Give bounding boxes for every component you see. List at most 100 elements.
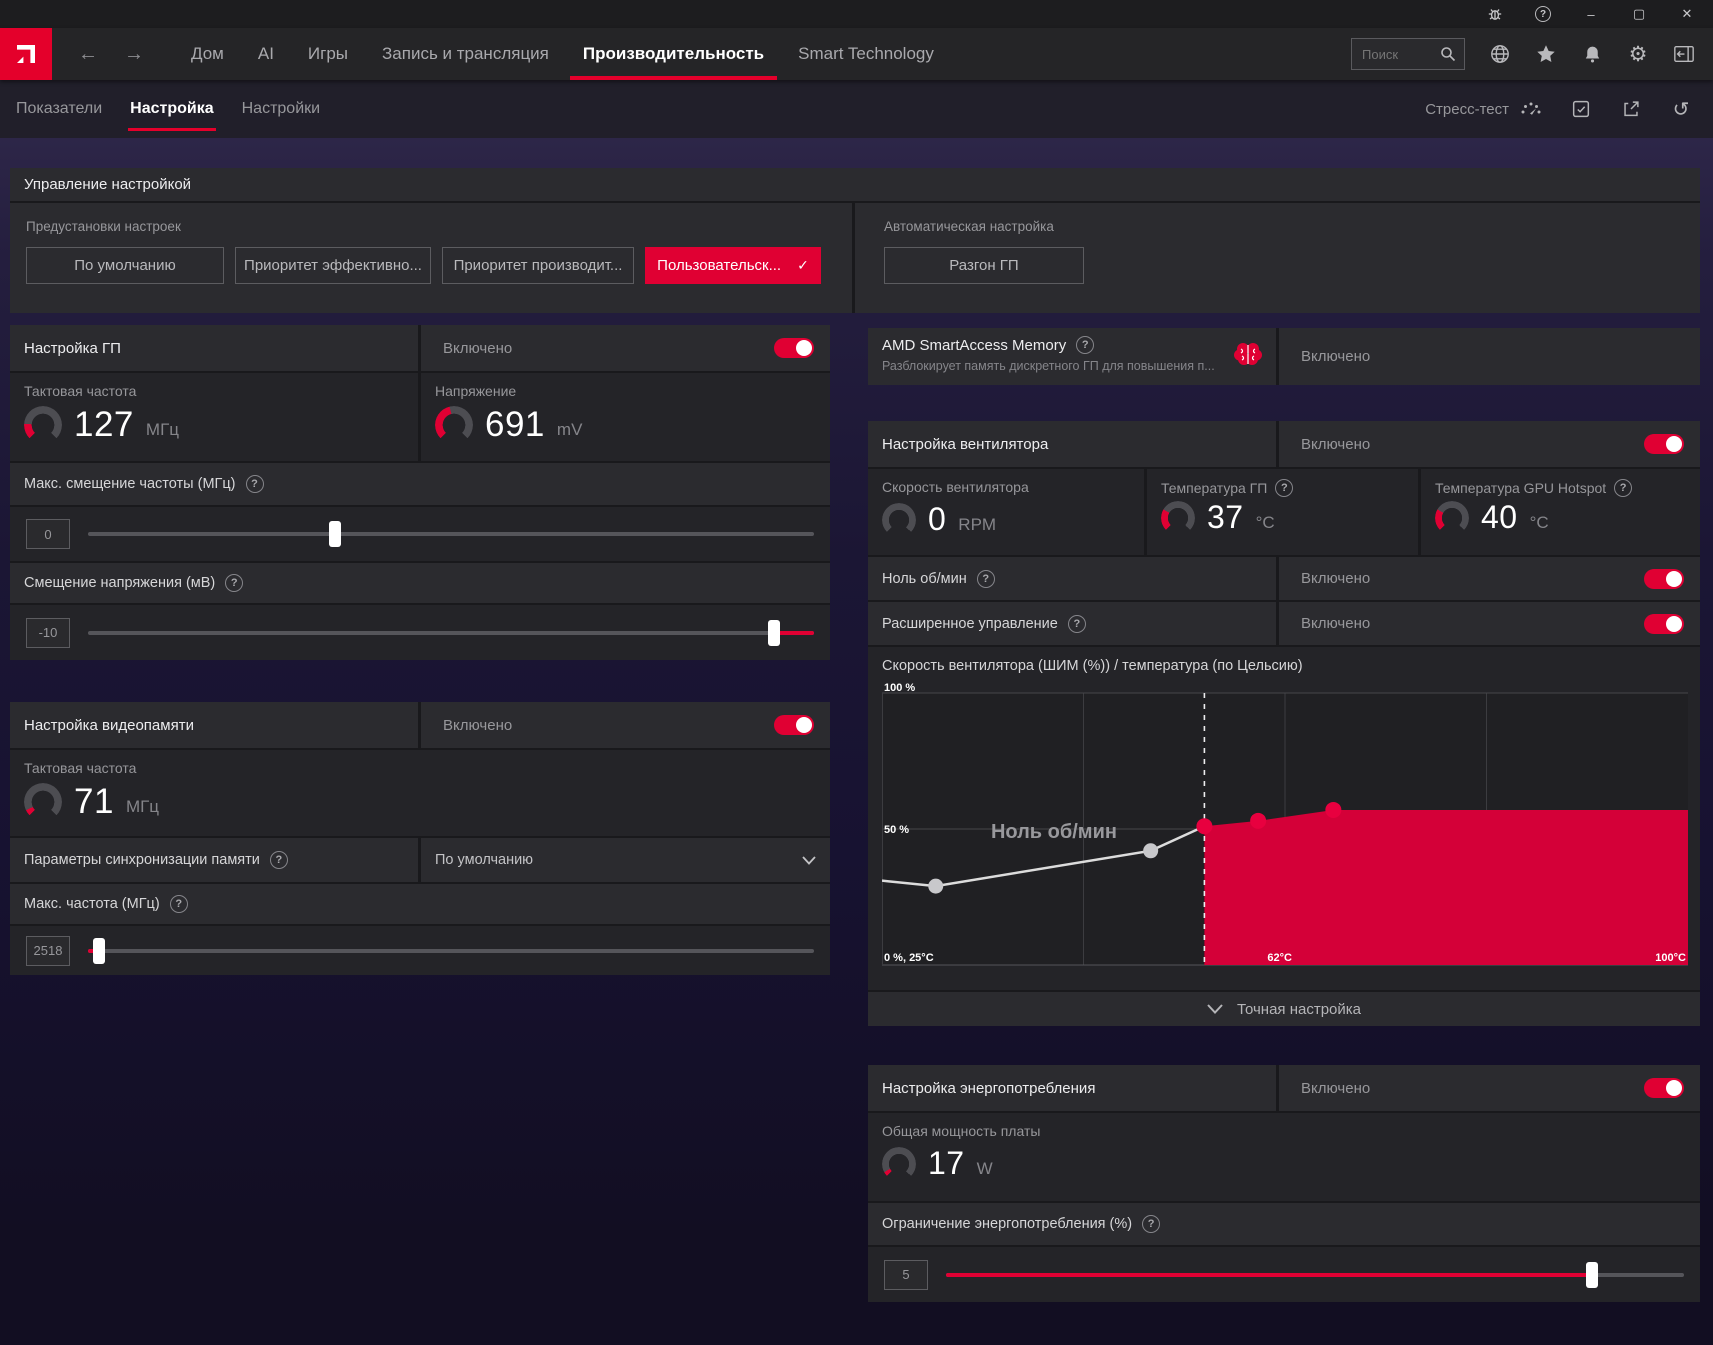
- tab-home[interactable]: Дом: [174, 28, 241, 80]
- vram-tuning-title: Настройка видеопамяти: [10, 702, 418, 748]
- vram-clock-value: 71: [74, 782, 114, 821]
- minimize-button[interactable]: –: [1571, 2, 1611, 26]
- stress-test-label: Стресс-тест: [1425, 100, 1509, 118]
- check-icon: ✓: [797, 257, 809, 273]
- help-icon[interactable]: ?: [976, 569, 995, 588]
- gpu-clock-unit: МГц: [145, 420, 180, 439]
- stress-test-button[interactable]: Стресс-тест: [1425, 99, 1543, 119]
- volt-offset-slider[interactable]: [88, 619, 814, 646]
- status-text: Включено: [1301, 435, 1371, 453]
- slider-thumb[interactable]: [1585, 1261, 1598, 1288]
- help-icon[interactable]: ?: [1142, 1215, 1161, 1233]
- power-limit-slider[interactable]: [946, 1261, 1684, 1288]
- help-icon[interactable]: ?: [1275, 479, 1294, 497]
- max-freq-slider[interactable]: [88, 937, 814, 964]
- power-limit-input[interactable]: 5: [884, 1259, 928, 1290]
- forward-arrow-icon[interactable]: →: [124, 43, 144, 66]
- share-profile-icon[interactable]: [1619, 97, 1643, 121]
- maximize-button[interactable]: ▢: [1619, 2, 1659, 26]
- status-text: Включено: [1301, 570, 1371, 587]
- power-tuning-toggle[interactable]: [1644, 1078, 1684, 1098]
- collapse-panel-icon[interactable]: [1673, 43, 1695, 65]
- back-arrow-icon[interactable]: ←: [78, 43, 98, 66]
- advanced-control-toggle[interactable]: [1644, 613, 1684, 634]
- freq-offset-input[interactable]: 0: [26, 519, 70, 549]
- debug-bug-icon[interactable]: [1475, 2, 1515, 26]
- help-icon[interactable]: ?: [1523, 2, 1563, 26]
- fan-tuning-toggle[interactable]: [1644, 434, 1684, 454]
- svg-text:Ноль об/мин: Ноль об/мин: [991, 821, 1117, 843]
- tuning-control-card: Управление настройкой Предустановки наст…: [10, 168, 1700, 313]
- fan-tuning-status-row: Включено: [1279, 421, 1700, 467]
- power-limit-header: Ограничение энергопотребления (%)?: [868, 1203, 1700, 1245]
- slider-thumb[interactable]: [92, 937, 105, 964]
- power-tuning-title: Настройка энергопотребления: [868, 1065, 1276, 1111]
- zero-rpm-toggle[interactable]: [1644, 568, 1684, 589]
- tab-games[interactable]: Игры: [291, 28, 365, 80]
- help-icon[interactable]: ?: [225, 574, 244, 592]
- tab-ai[interactable]: AI: [241, 28, 291, 80]
- help-icon[interactable]: ?: [1614, 479, 1633, 497]
- vram-clock-unit: МГц: [125, 797, 160, 816]
- help-icon[interactable]: ?: [245, 475, 264, 493]
- memory-timing-label: Параметры синхронизации памяти?: [10, 838, 418, 882]
- globe-icon[interactable]: [1489, 43, 1511, 65]
- gpu-tuning-title: Настройка ГП: [10, 325, 418, 371]
- subtab-settings[interactable]: Настройки: [228, 80, 334, 138]
- max-freq-input[interactable]: 2518: [26, 935, 70, 966]
- settings-gear-icon[interactable]: ⚙: [1627, 43, 1649, 65]
- help-icon[interactable]: ?: [169, 895, 188, 913]
- search-input[interactable]: [1362, 46, 1434, 62]
- reset-undo-icon[interactable]: ↺: [1669, 97, 1693, 121]
- gpu-clock-cell: Тактовая частота 127 МГц: [10, 373, 418, 461]
- volt-offset-header: Смещение напряжения (мВ)?: [10, 563, 830, 603]
- amd-adrenalin-logo[interactable]: [0, 28, 52, 80]
- svg-text:50 %: 50 %: [884, 824, 909, 836]
- tab-record-stream[interactable]: Запись и трансляция: [365, 28, 566, 80]
- fan-tuning-card: Настройка вентилятора Включено Скорость …: [868, 421, 1700, 1026]
- max-freq-row: 2518: [10, 926, 830, 975]
- search-icon: [1441, 47, 1456, 62]
- status-text: Включено: [1301, 348, 1371, 365]
- tab-smart-technology[interactable]: Smart Technology: [781, 28, 951, 80]
- preset-efficiency-button[interactable]: Приоритет эффективно...: [235, 247, 431, 284]
- zero-rpm-label: Ноль об/мин?: [868, 557, 1276, 600]
- fan-curve-svg[interactable]: 100 % 50 % Ноль об/мин 0 %, 25°C 62°C 100°C: [882, 683, 1688, 973]
- help-icon[interactable]: ?: [1067, 614, 1086, 633]
- preset-custom-button[interactable]: Пользовательск... ✓: [645, 247, 821, 284]
- volt-offset-row: -10: [10, 605, 830, 660]
- status-text: Включено: [1301, 615, 1371, 632]
- gpu-overclock-button[interactable]: Разгон ГП: [884, 247, 1084, 284]
- close-button[interactable]: ✕: [1667, 2, 1707, 26]
- help-icon[interactable]: ?: [1076, 336, 1095, 354]
- fan-speed-unit: RPM: [958, 514, 997, 534]
- slider-thumb[interactable]: [768, 619, 781, 646]
- gpu-tuning-toggle[interactable]: [774, 338, 814, 358]
- fan-curve-cell: Скорость вентилятора (ШИМ (%)) / темпера…: [868, 647, 1700, 990]
- vram-tuning-toggle[interactable]: [774, 715, 814, 735]
- chevron-down-icon: [1207, 1004, 1223, 1014]
- status-text: Включено: [443, 339, 513, 357]
- fan-speed-gauge: [882, 502, 916, 537]
- favorites-star-icon[interactable]: [1535, 43, 1557, 65]
- speedometer-icon: [1521, 102, 1541, 115]
- help-icon[interactable]: ?: [269, 851, 288, 869]
- gpu-clock-value: 127: [74, 405, 134, 444]
- chevron-down-icon: [802, 855, 816, 865]
- power-tuning-card: Настройка энергопотребления Включено Общ…: [868, 1065, 1700, 1302]
- volt-offset-input[interactable]: -10: [26, 617, 70, 648]
- freq-offset-slider[interactable]: [88, 521, 814, 547]
- subnav-right: Стресс-тест ↺: [1425, 80, 1713, 138]
- preset-performance-button[interactable]: Приоритет производит...: [442, 247, 634, 284]
- tab-performance[interactable]: Производительность: [566, 28, 781, 80]
- notifications-bell-icon[interactable]: [1581, 43, 1603, 65]
- search-box[interactable]: [1351, 38, 1465, 70]
- fine-tuning-button[interactable]: Точная настройка: [868, 992, 1700, 1026]
- memory-timing-dropdown[interactable]: По умолчанию: [421, 838, 830, 882]
- sam-status-cell: Включено: [1279, 328, 1700, 385]
- subtab-metrics[interactable]: Показатели: [2, 80, 116, 138]
- slider-thumb[interactable]: [328, 521, 341, 547]
- subtab-tuning[interactable]: Настройка: [116, 80, 227, 138]
- preset-default-button[interactable]: По умолчанию: [26, 247, 224, 284]
- load-profile-icon[interactable]: [1569, 97, 1593, 121]
